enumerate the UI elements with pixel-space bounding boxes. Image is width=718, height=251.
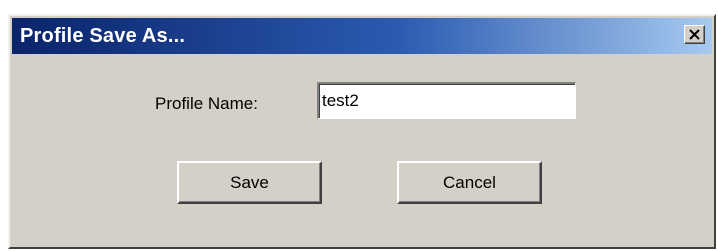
cancel-button[interactable]: Cancel [397, 161, 542, 204]
profile-save-as-dialog: Profile Save As... Profile Name: Save Ca… [8, 14, 716, 249]
profile-name-input[interactable] [317, 82, 576, 119]
profile-name-label: Profile Name: [155, 94, 258, 113]
dialog-title: Profile Save As... [20, 25, 186, 47]
close-x-icon [689, 29, 700, 40]
save-button[interactable]: Save [177, 161, 322, 204]
close-button[interactable] [684, 25, 705, 44]
title-bar[interactable]: Profile Save As... [12, 18, 712, 54]
